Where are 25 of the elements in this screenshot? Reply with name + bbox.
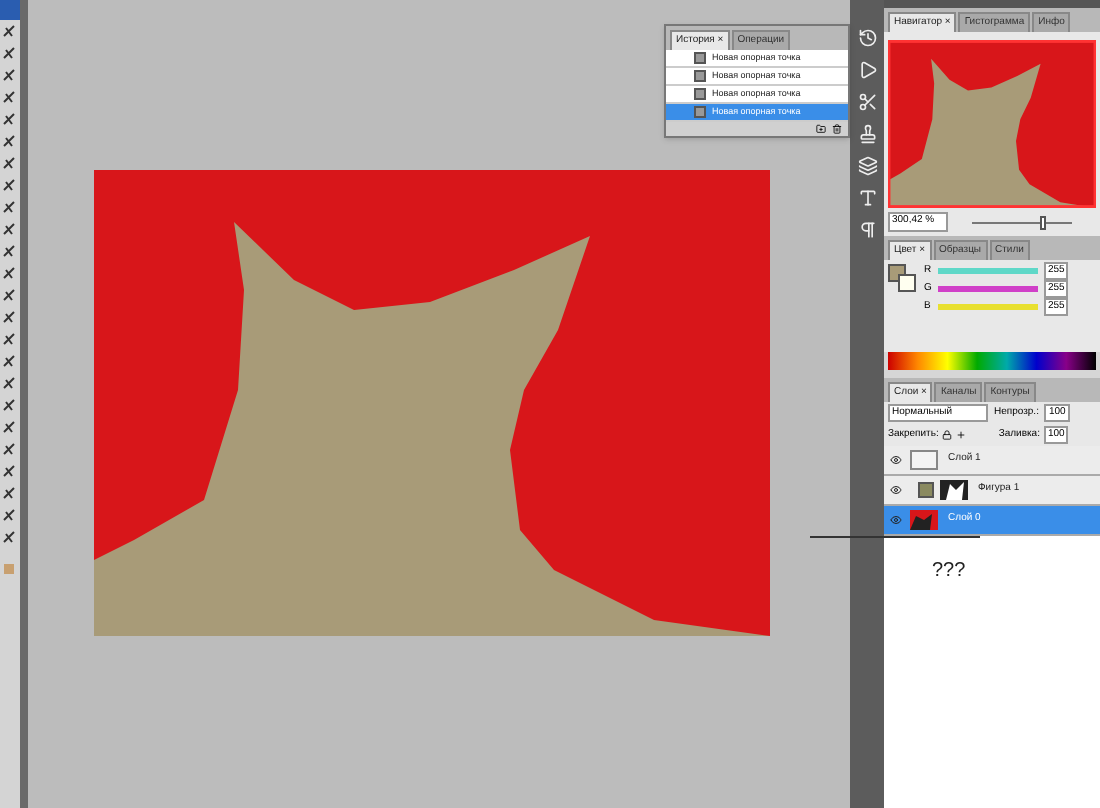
lock-icon[interactable] — [942, 430, 953, 440]
scissors-icon[interactable] — [857, 92, 877, 112]
layer-thumbnail — [910, 510, 938, 530]
stamp-icon[interactable] — [857, 124, 877, 144]
toolbar-title-bar — [0, 0, 20, 20]
annotation-text: ??? — [932, 558, 966, 586]
pilcrow-icon[interactable] — [857, 220, 877, 240]
visibility-icon[interactable] — [890, 514, 902, 526]
shape-fill-swatch — [918, 482, 934, 498]
channel-slider[interactable] — [938, 268, 1038, 274]
new-snapshot-icon[interactable] — [816, 124, 826, 134]
visibility-icon[interactable] — [890, 454, 902, 466]
color-spectrum[interactable] — [888, 352, 1096, 370]
move-icon[interactable] — [956, 430, 967, 440]
layer-thumbnail — [910, 450, 938, 470]
play-icon[interactable] — [857, 60, 877, 80]
history-icon[interactable] — [857, 28, 877, 48]
background-swatch[interactable] — [898, 274, 916, 292]
visibility-icon[interactable] — [890, 484, 902, 496]
channel-slider[interactable] — [938, 286, 1038, 292]
vector-mask-thumbnail — [940, 480, 968, 500]
layers-icon[interactable] — [857, 156, 877, 176]
type-icon[interactable] — [857, 188, 877, 208]
channel-slider[interactable] — [938, 304, 1038, 310]
trash-icon[interactable] — [832, 124, 842, 134]
